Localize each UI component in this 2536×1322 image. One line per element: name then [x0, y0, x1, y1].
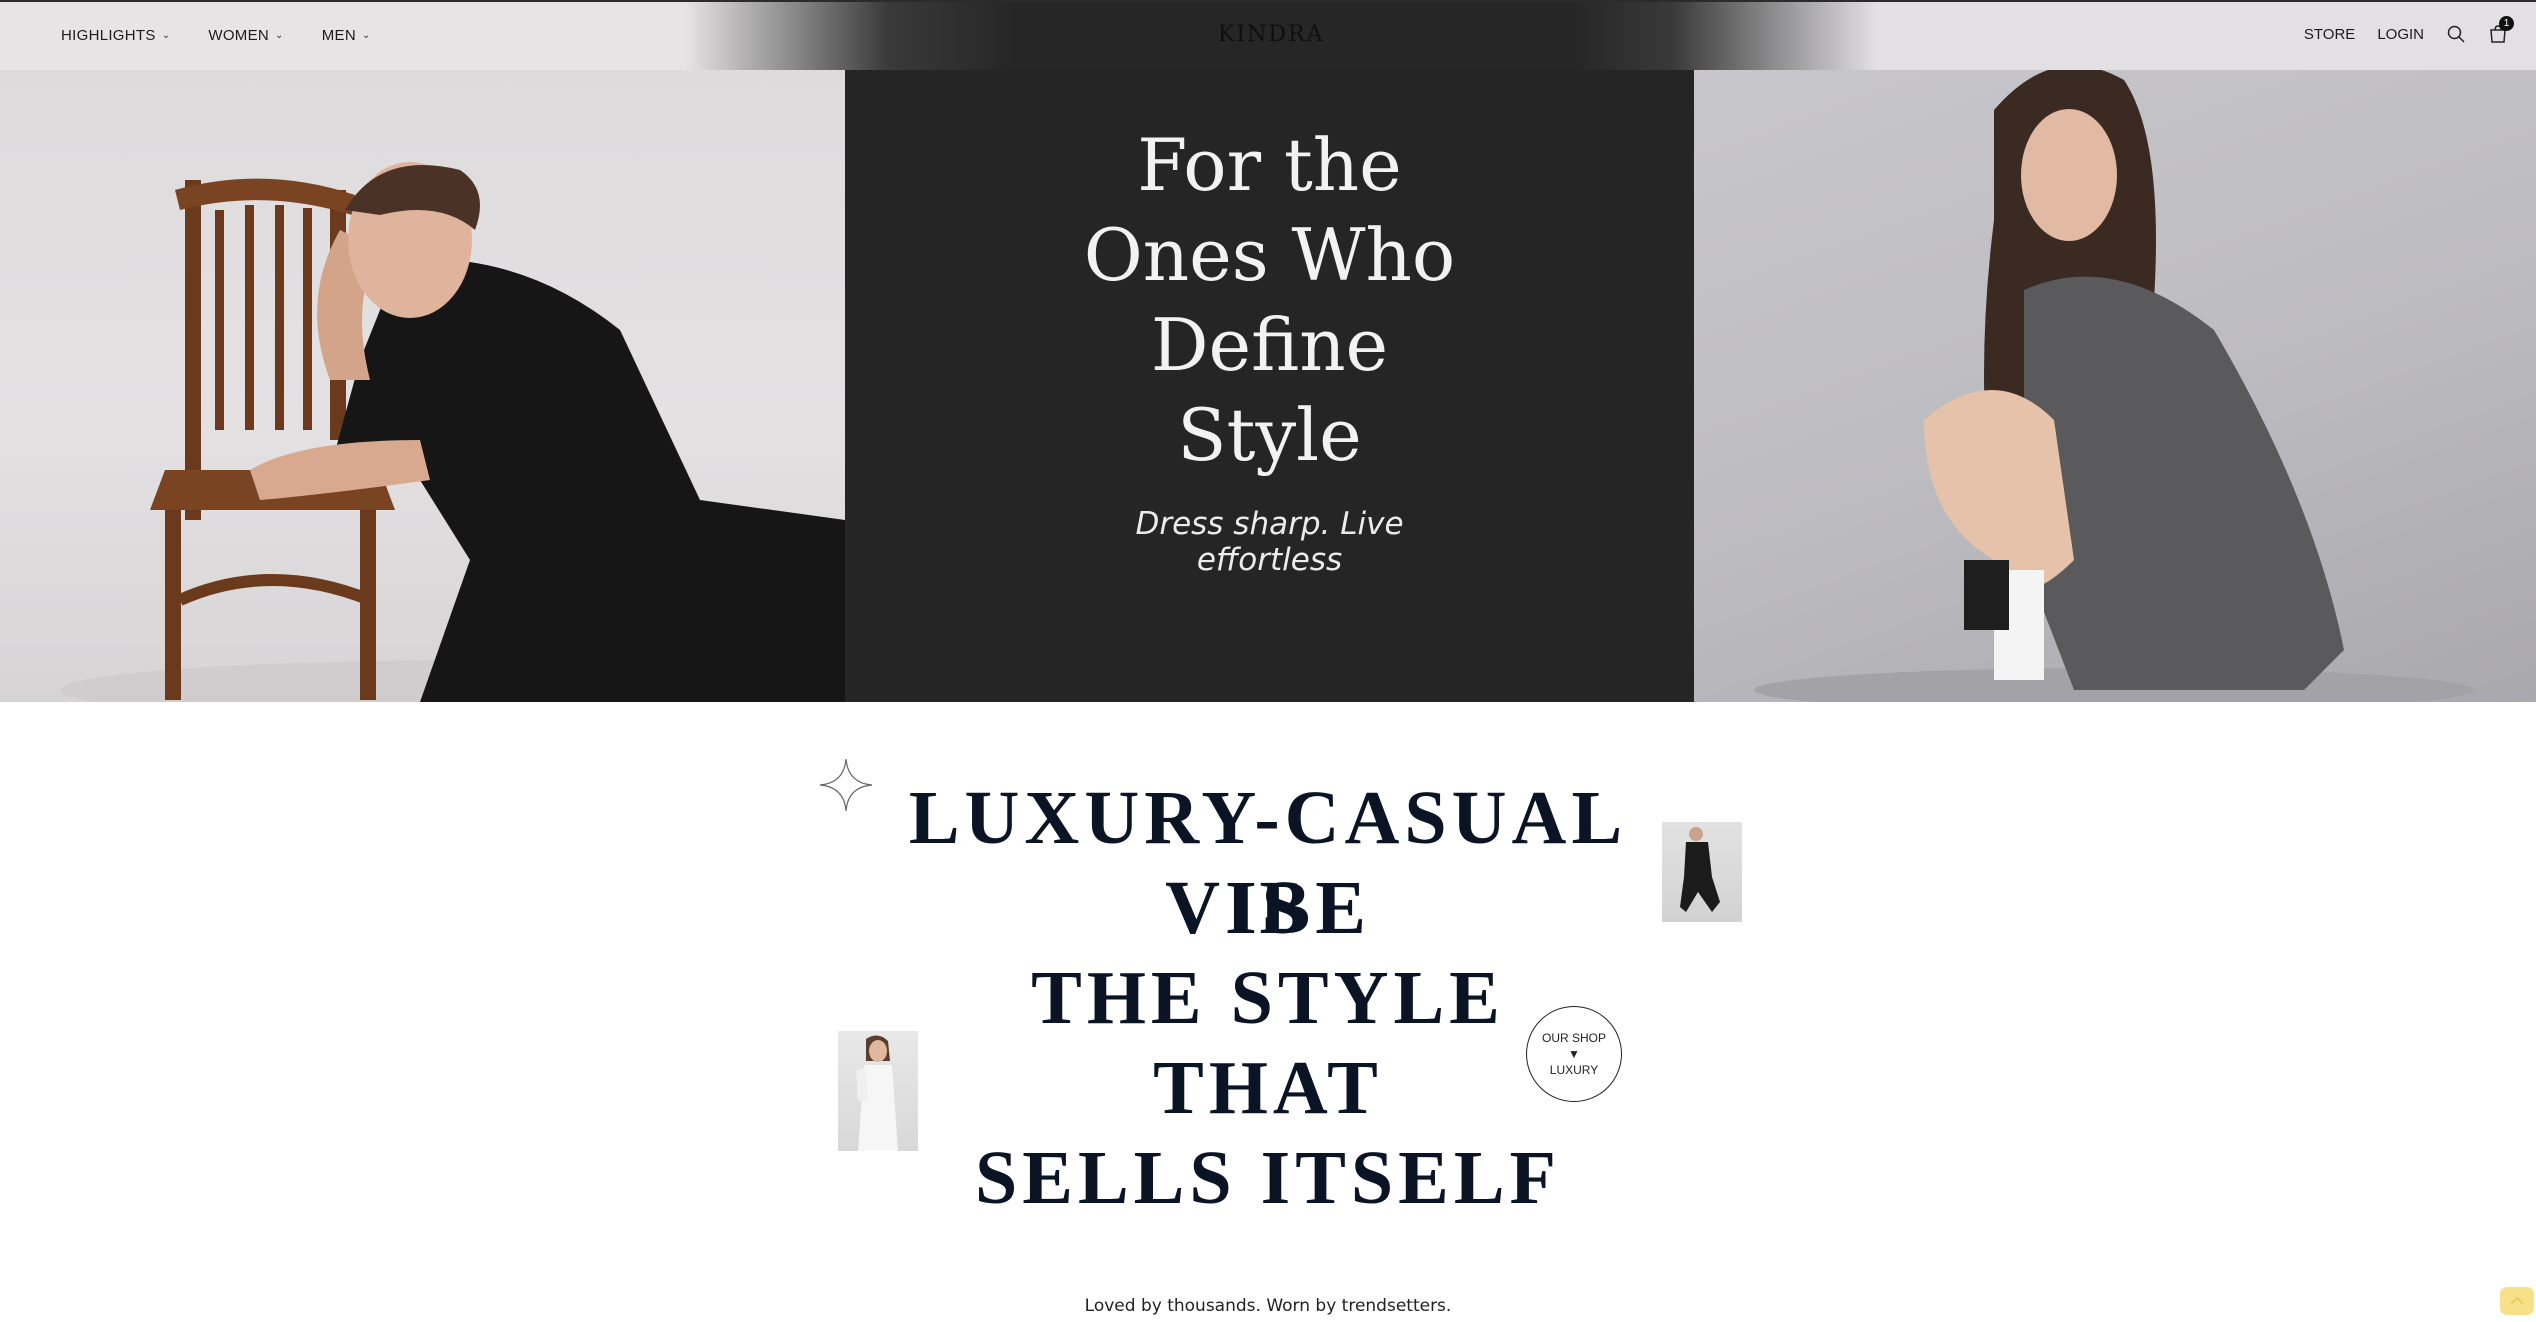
thumbnail-image-man — [1662, 822, 1742, 922]
nav-item-men[interactable]: MEN ⌄ — [322, 27, 371, 44]
hero-image-woman-crouching — [1694, 0, 2536, 702]
hero-section: For the Ones Who Define Style Dress shar… — [0, 0, 2536, 702]
hero-text-panel: For the Ones Who Define Style Dress shar… — [845, 70, 1694, 702]
header-actions: STORE LOGIN 1 — [2304, 16, 2514, 44]
badge-bottom-text: LUXURY — [1549, 1063, 1599, 1077]
hero-title: For the Ones Who Define Style — [845, 120, 1694, 480]
tagline: Loved by thousands. Worn by trendsetters… — [1084, 1296, 1452, 1316]
sparkle-icon — [819, 758, 873, 812]
store-link[interactable]: STORE — [2304, 26, 2355, 43]
hero-title-line: Style — [1177, 393, 1362, 477]
login-link[interactable]: LOGIN — [2377, 26, 2424, 43]
chevron-up-icon[interactable] — [2500, 1287, 2534, 1315]
chevron-down-icon: ⌄ — [361, 30, 371, 41]
hero-image-man-on-chair — [0, 0, 845, 702]
hero-subtitle-line: effortless — [1196, 542, 1343, 578]
cart-count-badge: 1 — [2499, 16, 2514, 31]
hero-title-line: Define — [1150, 303, 1389, 387]
badge-top-text: OUR SHOP — [1541, 1031, 1606, 1045]
chevron-down-icon: ⌄ — [275, 30, 284, 41]
luxury-headline-line: IS — [1227, 866, 1309, 950]
hero-subtitle-line: Dress sharp. Live — [1135, 506, 1404, 542]
hero-subtitle: Dress sharp. Live effortless — [845, 506, 1694, 578]
thumbnail-image-woman — [838, 1031, 918, 1151]
nav-item-women[interactable]: WOMEN ⌄ — [208, 27, 283, 44]
nav-item-highlights[interactable]: HIGHLIGHTS ⌄ — [61, 27, 170, 44]
site-logo[interactable]: KINDRA — [1218, 22, 1322, 47]
nav-item-label: MEN — [321, 27, 356, 44]
arrow-down-icon: ▼ — [1568, 1047, 1580, 1061]
cart-icon[interactable]: 1 — [2488, 16, 2514, 44]
chevron-down-icon: ⌄ — [161, 30, 171, 41]
main-nav: HIGHLIGHTS ⌄ WOMEN ⌄ MEN ⌄ — [61, 27, 371, 44]
site-header: HIGHLIGHTS ⌄ WOMEN ⌄ MEN ⌄ KINDRA STORE … — [0, 0, 2536, 70]
hero-title-line: Ones Who — [1083, 213, 1456, 297]
hero-title-line: For the — [1137, 123, 1402, 207]
nav-item-label: HIGHLIGHTS — [61, 27, 156, 44]
our-shop-badge[interactable]: OUR SHOP ▼ LUXURY — [1526, 1006, 1622, 1102]
nav-item-label: WOMEN — [208, 27, 270, 44]
search-icon[interactable] — [2446, 24, 2466, 44]
luxury-headline-line: SELLS ITSELF — [975, 1136, 1561, 1220]
